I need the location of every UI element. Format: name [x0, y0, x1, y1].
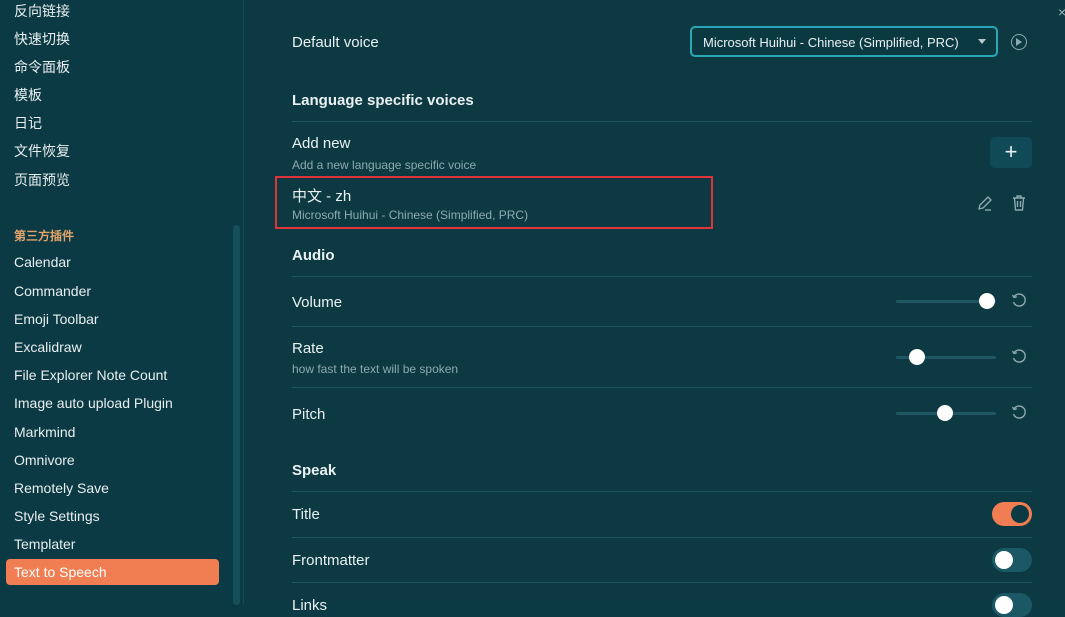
reset-icon[interactable] — [1011, 405, 1027, 421]
add-new-description: Add a new language specific voice — [292, 158, 477, 172]
sidebar-item-remotely-save[interactable]: Remotely Save — [14, 480, 109, 496]
links-label: Links — [292, 597, 328, 614]
sidebar-item-markmind[interactable]: Markmind — [14, 424, 75, 440]
add-language-voice-button[interactable]: + — [990, 137, 1032, 168]
sidebar-item-templates[interactable]: 模板 — [14, 85, 42, 105]
title-label: Title — [292, 506, 320, 523]
language-voices-heading: Language specific voices — [292, 92, 474, 109]
volume-slider-thumb[interactable] — [979, 293, 995, 309]
divider — [292, 582, 1032, 583]
sidebar-item-text-to-speech[interactable]: Text to Speech — [6, 559, 219, 585]
divider — [292, 326, 1032, 327]
divider — [292, 276, 1032, 277]
sidebar-item-command-palette[interactable]: 命令面板 — [14, 57, 70, 77]
sidebar-item-page-preview[interactable]: 页面预览 — [14, 170, 70, 190]
sidebar-item-omnivore[interactable]: Omnivore — [14, 452, 75, 468]
default-voice-label: Default voice — [292, 34, 379, 51]
sidebar-item-templater[interactable]: Templater — [14, 536, 75, 552]
toggle-knob — [995, 596, 1013, 614]
audio-heading: Audio — [292, 247, 335, 264]
sidebar-section-community-plugins: 第三方插件 — [14, 229, 75, 243]
default-voice-select[interactable]: Microsoft Huihui - Chinese (Simplified, … — [690, 26, 998, 57]
frontmatter-toggle[interactable] — [992, 548, 1032, 572]
highlight-box — [275, 176, 713, 229]
rate-label: Rate — [292, 340, 324, 357]
title-toggle[interactable] — [992, 502, 1032, 526]
speak-heading: Speak — [292, 462, 337, 479]
reset-icon[interactable] — [1011, 293, 1027, 309]
default-voice-value: Microsoft Huihui - Chinese (Simplified, … — [703, 35, 959, 50]
divider — [292, 387, 1032, 388]
sidebar-item-calendar[interactable]: Calendar — [14, 254, 71, 270]
chevron-down-icon — [978, 39, 986, 44]
sidebar-item-image-auto-upload[interactable]: Image auto upload Plugin — [14, 395, 173, 411]
sidebar-item-file-recovery[interactable]: 文件恢复 — [14, 141, 70, 161]
toggle-knob — [1011, 505, 1029, 523]
links-toggle[interactable] — [992, 593, 1032, 617]
pitch-slider-thumb[interactable] — [937, 405, 953, 421]
pencil-icon[interactable] — [976, 194, 994, 212]
divider — [292, 121, 1032, 122]
add-new-label: Add new — [292, 135, 351, 152]
sidebar-item-daily-notes[interactable]: 日记 — [14, 113, 42, 133]
sidebar-item-commander[interactable]: Commander — [14, 283, 91, 299]
volume-label: Volume — [292, 294, 343, 311]
toggle-knob — [995, 551, 1013, 569]
divider — [292, 491, 1032, 492]
play-icon[interactable] — [1011, 34, 1027, 50]
divider — [292, 537, 1032, 538]
sidebar-item-excalidraw[interactable]: Excalidraw — [14, 339, 82, 355]
sidebar-item-file-explorer-note-count[interactable]: File Explorer Note Count — [14, 367, 167, 383]
sidebar-item-backlinks[interactable]: 反向链接 — [14, 1, 70, 21]
pitch-label: Pitch — [292, 406, 326, 423]
sidebar-item-label: Text to Speech — [14, 564, 107, 580]
rate-description: how fast the text will be spoken — [292, 362, 459, 376]
sidebar-item-emoji-toolbar[interactable]: Emoji Toolbar — [14, 311, 99, 327]
reset-icon[interactable] — [1011, 349, 1027, 365]
frontmatter-label: Frontmatter — [292, 552, 370, 569]
sidebar-scrollbar[interactable] — [233, 225, 240, 605]
close-icon[interactable]: × — [1058, 4, 1065, 20]
settings-sidebar: 反向链接 快速切换 命令面板 模板 日记 文件恢复 页面预览 第三方插件 Cal… — [0, 0, 244, 605]
sidebar-item-quick-switcher[interactable]: 快速切换 — [14, 29, 70, 49]
trash-icon[interactable] — [1011, 194, 1027, 212]
sidebar-item-style-settings[interactable]: Style Settings — [14, 508, 100, 524]
